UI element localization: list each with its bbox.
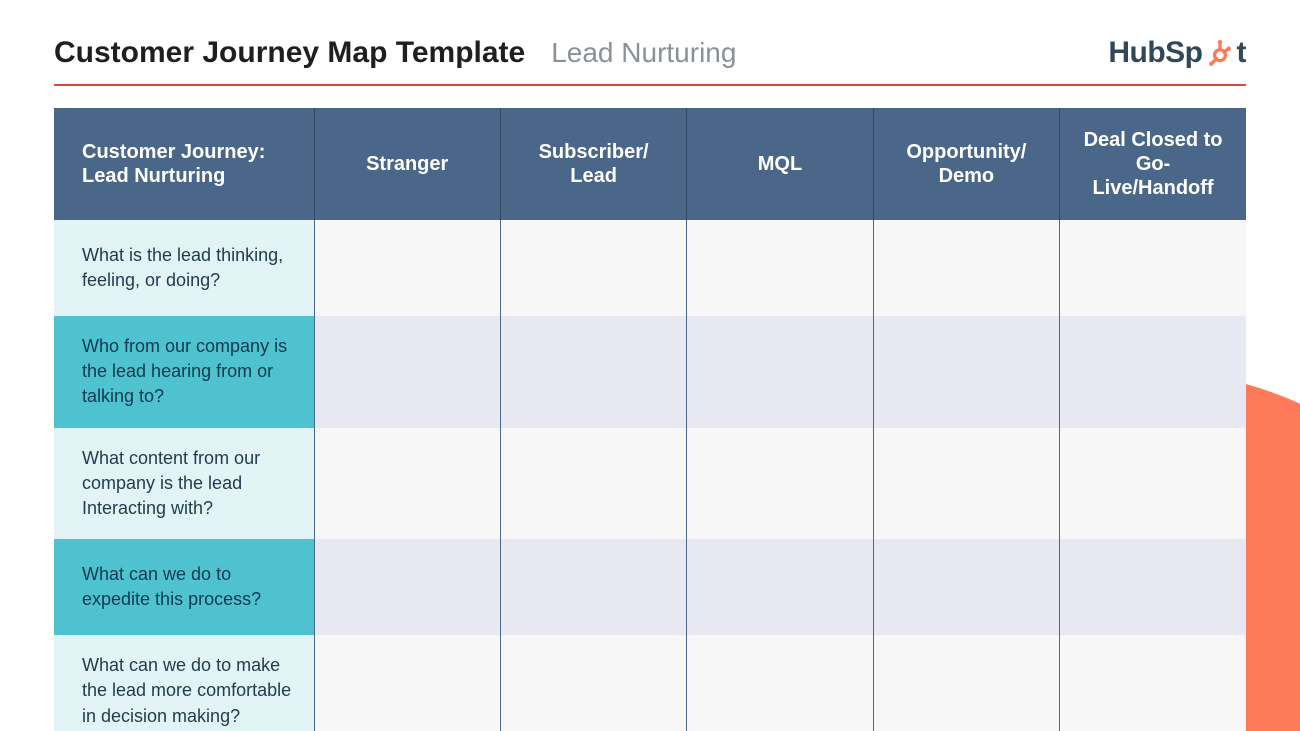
sprocket-icon [1207, 40, 1233, 66]
cell [873, 539, 1059, 635]
cell [314, 635, 500, 731]
table-row: Who from our company is the lead hearing… [54, 316, 1246, 428]
cell [1060, 635, 1246, 731]
row-label: What is the lead thinking, feeling, or d… [54, 220, 314, 316]
row-label: What can we do to expedite this process? [54, 539, 314, 635]
table-row: What can we do to expedite this process? [54, 539, 1246, 635]
cell [687, 316, 873, 428]
cell [1060, 428, 1246, 540]
row-label: What can we do to make the lead more com… [54, 635, 314, 731]
cell [500, 428, 686, 540]
cell [314, 316, 500, 428]
cell [687, 635, 873, 731]
cell [500, 539, 686, 635]
cell [314, 539, 500, 635]
cell [873, 316, 1059, 428]
cell [500, 220, 686, 316]
journey-table: Customer Journey: Lead Nurturing Strange… [54, 108, 1246, 731]
cell [1060, 539, 1246, 635]
cell [687, 220, 873, 316]
header-left: Customer Journey Map Template Lead Nurtu… [54, 36, 736, 70]
cell [873, 428, 1059, 540]
cell [687, 428, 873, 540]
logo-text-part1: HubSp [1108, 36, 1202, 70]
col-subscriber-lead: Subscriber/ Lead [500, 108, 686, 220]
cell [873, 635, 1059, 731]
table-row: What can we do to make the lead more com… [54, 635, 1246, 731]
cell [687, 539, 873, 635]
cell [873, 220, 1059, 316]
table-row: What is the lead thinking, feeling, or d… [54, 220, 1246, 316]
page-title: Customer Journey Map Template [54, 36, 525, 70]
page-container: Customer Journey Map Template Lead Nurtu… [0, 0, 1300, 731]
cell [500, 316, 686, 428]
page-subtitle: Lead Nurturing [551, 37, 736, 69]
row-label: What content from our company is the lea… [54, 428, 314, 540]
table-row: What content from our company is the lea… [54, 428, 1246, 540]
cell [314, 428, 500, 540]
col-mql: MQL [687, 108, 873, 220]
col-deal-closed: Deal Closed to Go-Live/Handoff [1060, 108, 1246, 220]
cell [1060, 220, 1246, 316]
header: Customer Journey Map Template Lead Nurtu… [54, 36, 1246, 86]
col-stranger: Stranger [314, 108, 500, 220]
row-label: Who from our company is the lead hearing… [54, 316, 314, 428]
logo-text-part2: t [1237, 36, 1247, 70]
col-opportunity-demo: Opportunity/ Demo [873, 108, 1059, 220]
table-header-row: Customer Journey: Lead Nurturing Strange… [54, 108, 1246, 220]
hubspot-logo: HubSp t [1108, 36, 1246, 70]
cell [314, 220, 500, 316]
cell [500, 635, 686, 731]
table-corner-cell: Customer Journey: Lead Nurturing [54, 108, 314, 220]
cell [1060, 316, 1246, 428]
